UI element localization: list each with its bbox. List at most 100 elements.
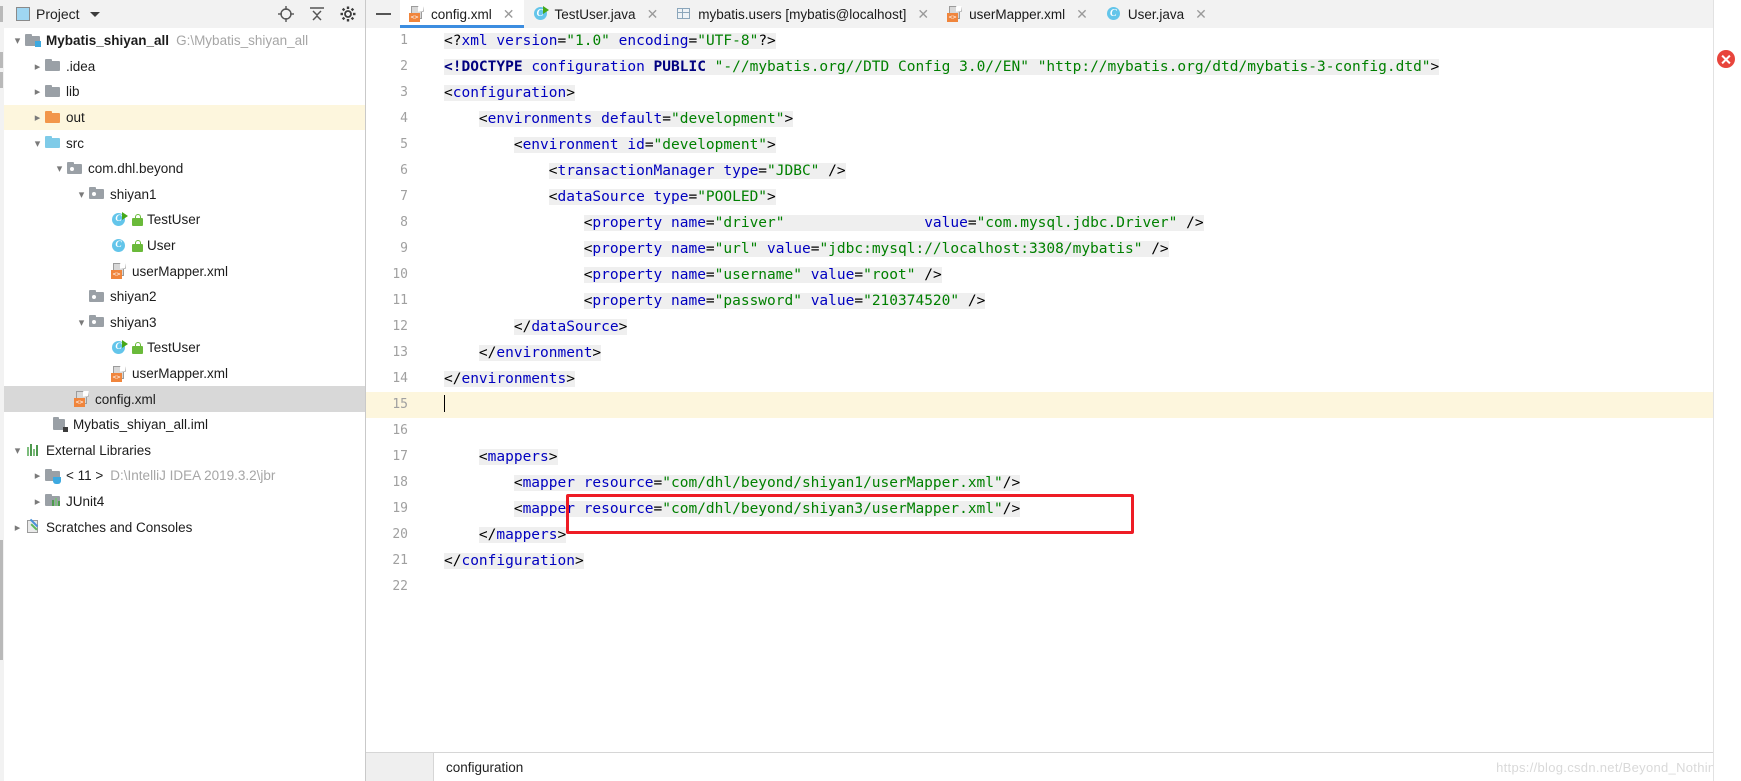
- tree-item-usermapper-shiyan3[interactable]: <> userMapper.xml: [0, 361, 365, 387]
- tree-item-out[interactable]: ▸ out: [0, 104, 365, 131]
- scratches-icon: [25, 518, 41, 535]
- line-number: 10: [392, 267, 408, 282]
- hide-panel-button[interactable]: [366, 0, 400, 28]
- lock-icon: [132, 239, 143, 252]
- tree-item-user-shiyan1[interactable]: C User: [0, 233, 365, 259]
- tree-item-idea[interactable]: ▸ .idea: [0, 54, 365, 80]
- tree-item-path: D:\IntelliJ IDEA 2019.3.2\jbr: [110, 468, 276, 484]
- project-panel-toolbar: [277, 0, 357, 28]
- tab-label: User.java: [1127, 6, 1185, 22]
- tree-item-package-shiyan2[interactable]: shiyan2: [0, 284, 365, 310]
- project-panel-title-group[interactable]: Project: [0, 6, 100, 22]
- tab-user-java[interactable]: C User.java ✕: [1097, 0, 1216, 28]
- tree-item-lib[interactable]: ▸ lib: [0, 79, 365, 105]
- tree-item-junit4[interactable]: ▸ JUnit4: [0, 489, 365, 515]
- package-icon: [89, 289, 105, 305]
- tree-item-testuser-shiyan3[interactable]: C TestUser: [0, 335, 365, 361]
- external-libraries-icon: [25, 442, 41, 458]
- tree-item-label: lib: [66, 84, 80, 100]
- tree-item-package-com-dhl-beyond[interactable]: ▾ com.dhl.beyond: [0, 156, 365, 182]
- tree-item-module[interactable]: ▾ Mybatis_shiyan_all G:\Mybatis_shiyan_a…: [0, 28, 365, 54]
- settings-gear-icon[interactable]: [339, 5, 357, 23]
- chevron-collapsed-icon[interactable]: ▸: [30, 60, 45, 73]
- collapse-all-icon[interactable]: [308, 5, 326, 23]
- chevron-collapsed-icon[interactable]: ▸: [30, 469, 45, 482]
- line-number: 15: [366, 392, 434, 418]
- code-line-12: </dataSource>: [513, 319, 628, 335]
- chevron-expanded-icon[interactable]: ▾: [10, 444, 25, 457]
- chevron-collapsed-icon[interactable]: ▸: [30, 111, 45, 124]
- code-line-9: <property name="url" value="jdbc:mysql:/…: [583, 241, 1169, 257]
- editor-tab-bar: <> config.xml ✕ C TestUser.java ✕ mybati…: [366, 0, 1741, 28]
- chevron-expanded-icon[interactable]: ▾: [74, 188, 89, 201]
- line-number: 5: [400, 137, 408, 152]
- tree-item-label: TestUser: [147, 340, 201, 356]
- editor-gutter[interactable]: 1 2 3 4 5 6 7 8 9 10 11 12 13 14 15 16 1: [366, 28, 434, 752]
- tree-item-label: Mybatis_shiyan_all: [46, 33, 170, 49]
- tab-mybatis-users[interactable]: mybatis.users [mybatis@localhost] ✕: [667, 0, 938, 28]
- chevron-down-icon[interactable]: [89, 11, 100, 17]
- tab-usermapper-xml[interactable]: <> userMapper.xml ✕: [938, 0, 1097, 28]
- tree-item-package-shiyan1[interactable]: ▾ shiyan1: [0, 182, 365, 208]
- chevron-expanded-icon[interactable]: ▾: [74, 316, 89, 329]
- code-line-18: <mapper resource="com/dhl/beyond/shiyan1…: [513, 475, 1021, 491]
- tree-item-testuser-shiyan1[interactable]: C TestUser: [0, 207, 365, 233]
- code-line-14: </environments>: [444, 371, 575, 387]
- chevron-collapsed-icon[interactable]: ▸: [30, 85, 45, 98]
- line-number: 13: [392, 345, 408, 360]
- folder-icon: [45, 84, 61, 100]
- left-tool-strip: [0, 0, 4, 781]
- error-icon[interactable]: [1717, 50, 1735, 68]
- tree-item-package-shiyan3[interactable]: ▾ shiyan3: [0, 310, 365, 336]
- close-icon[interactable]: ✕: [917, 7, 929, 21]
- xml-file-icon: <>: [409, 6, 425, 22]
- chevron-collapsed-icon[interactable]: ▸: [10, 521, 25, 534]
- close-icon[interactable]: ✕: [1195, 7, 1207, 21]
- tree-item-jdk[interactable]: ▸ < 11 > D:\IntelliJ IDEA 2019.3.2\jbr: [0, 463, 365, 489]
- locate-icon[interactable]: [277, 5, 295, 23]
- tree-item-label: src: [66, 135, 84, 151]
- code-line-10: <property name="username" value="root" /…: [583, 267, 942, 283]
- breadcrumb-gutter-spacer: [366, 753, 434, 781]
- tree-item-label: < 11 >: [66, 468, 104, 484]
- tab-testuser-java[interactable]: C TestUser.java ✕: [524, 0, 668, 28]
- chevron-collapsed-icon[interactable]: ▸: [30, 495, 45, 508]
- tree-item-config-xml[interactable]: <> config.xml: [0, 386, 365, 412]
- tree-item-iml[interactable]: Mybatis_shiyan_all.iml: [0, 412, 365, 438]
- tree-item-label: com.dhl.beyond: [88, 161, 184, 177]
- code-line-3: <configuration>: [444, 85, 575, 101]
- tree-item-label: Scratches and Consoles: [46, 519, 193, 535]
- tab-config-xml[interactable]: <> config.xml ✕: [400, 0, 524, 28]
- code-line-6: <transactionManager type="JDBC" />: [548, 163, 846, 179]
- tree-item-src[interactable]: ▾ src: [0, 130, 365, 156]
- close-icon[interactable]: ✕: [503, 7, 515, 21]
- package-icon: [89, 314, 105, 330]
- project-tree[interactable]: ▾ Mybatis_shiyan_all G:\Mybatis_shiyan_a…: [0, 28, 366, 781]
- tree-item-label: External Libraries: [46, 442, 152, 458]
- tab-label: config.xml: [431, 6, 492, 22]
- line-number: 14: [392, 371, 408, 386]
- strip-mark: [0, 72, 3, 88]
- tree-item-label: userMapper.xml: [132, 366, 229, 382]
- line-number: 12: [392, 319, 408, 334]
- code-line-7: <dataSource type="POOLED">: [548, 189, 776, 205]
- chevron-expanded-icon[interactable]: ▾: [52, 162, 67, 175]
- close-icon[interactable]: ✕: [1076, 7, 1088, 21]
- line-number: 9: [400, 241, 408, 256]
- tree-item-external-libraries[interactable]: ▾ External Libraries: [0, 438, 365, 464]
- chevron-expanded-icon[interactable]: ▾: [10, 34, 25, 47]
- database-table-icon: [676, 6, 692, 22]
- lock-icon: [132, 341, 143, 354]
- tree-item-label: userMapper.xml: [132, 263, 229, 279]
- tree-item-label: shiyan1: [110, 186, 157, 202]
- editor-area: 1 2 3 4 5 6 7 8 9 10 11 12 13 14 15 16 1: [366, 28, 1741, 781]
- xml-file-icon: <>: [74, 391, 90, 408]
- tree-item-scratches[interactable]: ▸ Scratches and Consoles: [0, 514, 365, 540]
- jdk-icon: [45, 468, 61, 484]
- close-icon[interactable]: ✕: [647, 7, 659, 21]
- tree-item-usermapper-shiyan1[interactable]: <> userMapper.xml: [0, 258, 365, 284]
- chevron-expanded-icon[interactable]: ▾: [30, 137, 45, 150]
- code-content[interactable]: <?xml version="1.0" encoding="UTF-8"?> <…: [434, 28, 1724, 752]
- line-number: 1: [400, 33, 408, 48]
- breadcrumb[interactable]: configuration: [434, 760, 523, 775]
